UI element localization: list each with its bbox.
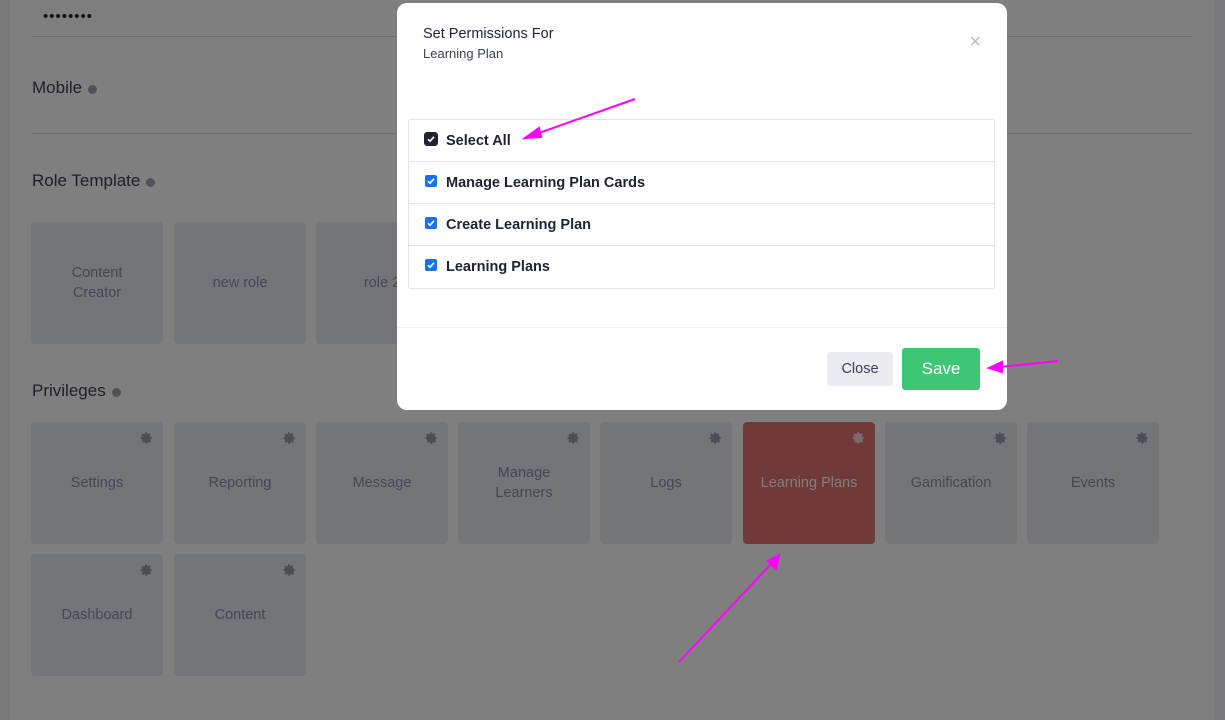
- permissions-modal: Set Permissions For Learning Plan × Sele…: [397, 3, 1007, 410]
- modal-footer-divider: [397, 327, 1007, 328]
- close-icon[interactable]: ×: [969, 32, 981, 52]
- permission-row-select-all[interactable]: Select All: [409, 120, 994, 162]
- check-icon: [427, 135, 435, 142]
- permission-label: Create Learning Plan: [446, 216, 592, 233]
- check-icon: [427, 262, 435, 269]
- permission-checkbox[interactable]: [425, 259, 437, 271]
- modal-subtitle: Learning Plan: [423, 46, 504, 61]
- permission-label: Manage Learning Plan Cards: [446, 174, 646, 191]
- permission-row[interactable]: Learning Plans: [409, 246, 994, 288]
- select-all-checkbox[interactable]: [424, 131, 438, 146]
- permission-list: Select All Manage Learning Plan Cards Cr…: [408, 119, 995, 289]
- check-icon: [427, 177, 435, 184]
- permission-label: Select All: [446, 132, 511, 149]
- close-button[interactable]: Close: [827, 352, 893, 386]
- permission-row[interactable]: Manage Learning Plan Cards: [409, 162, 994, 204]
- check-icon: [427, 219, 435, 226]
- permission-row[interactable]: Create Learning Plan: [409, 204, 994, 246]
- modal-title: Set Permissions For: [423, 26, 554, 42]
- save-button[interactable]: Save: [902, 348, 980, 390]
- permission-checkbox[interactable]: [425, 174, 437, 187]
- permission-checkbox[interactable]: [425, 216, 437, 229]
- permission-label: Learning Plans: [446, 259, 550, 275]
